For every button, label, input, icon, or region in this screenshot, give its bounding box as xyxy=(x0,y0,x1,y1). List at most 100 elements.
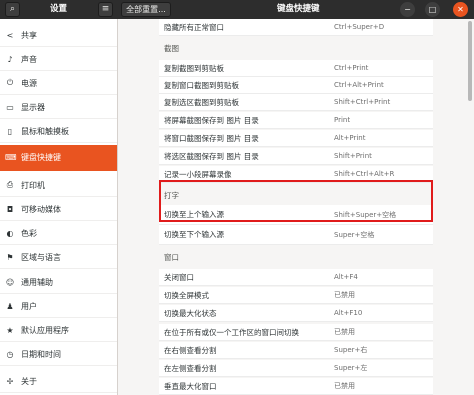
shortcut-accel: Shift+Print xyxy=(334,152,372,160)
sidebar-item-label: 默认应用程序 xyxy=(21,325,69,335)
shortcut-action: 记录一小段屏幕录像 xyxy=(164,169,232,179)
shortcut-row[interactable]: 复制选区截图到剪贴板 Shift+Ctrl+Print xyxy=(159,94,433,111)
section-header-windows: 窗口 xyxy=(159,246,435,267)
users-icon: ♟ xyxy=(6,301,14,311)
sidebar-item-label: 日期和时间 xyxy=(21,349,61,359)
shortcut-accel: Ctrl+Super+D xyxy=(334,23,385,31)
sidebar-item-printers[interactable]: ⎙ 打印机 xyxy=(0,174,117,197)
shortcut-action: 复制选区截图到剪贴板 xyxy=(164,97,239,107)
section-header-typing: 打字 xyxy=(159,184,435,205)
minimize-button[interactable]: − xyxy=(400,2,415,17)
sidebar-item-label: 可移动媒体 xyxy=(21,204,61,214)
sidebar-item-sharing[interactable]: < 共享 xyxy=(0,24,117,47)
shortcut-action: 复制截图到剪贴板 xyxy=(164,63,224,73)
sidebar-item-default-apps[interactable]: ★ 默认应用程序 xyxy=(0,319,117,342)
shortcut-accel: Print xyxy=(334,116,351,124)
shortcut-action: 在左侧查看分割 xyxy=(164,363,217,373)
shortcut-row[interactable]: 关闭窗口 Alt+F4 xyxy=(159,269,433,286)
shortcut-accel: Super+空格 xyxy=(334,230,375,239)
shortcut-accel: Super+右 xyxy=(334,346,368,354)
shortcut-row[interactable]: 复制窗口截图到剪贴板 Ctrl+Alt+Print xyxy=(159,77,433,94)
scrollbar[interactable] xyxy=(468,21,472,101)
sidebar-item-label: 用户 xyxy=(21,301,37,311)
shortcut-action: 垂直最大化窗口 xyxy=(164,381,217,391)
sidebar-item-mouse[interactable]: ▯ 鼠标和触摸板 xyxy=(0,120,117,143)
sidebar-item-label: 色彩 xyxy=(21,228,37,238)
removable-media-icon: ◘ xyxy=(6,204,14,214)
shortcut-action: 在位于所有或仅一个工作区的窗口间切换 xyxy=(164,327,299,337)
shortcut-action: 切换全屏模式 xyxy=(164,290,209,300)
shortcut-action: 切换至上个输入源 xyxy=(164,210,224,219)
maximize-button[interactable]: □ xyxy=(425,2,440,17)
shortcut-accel: Alt+F10 xyxy=(334,309,363,317)
sidebar: < 共享 ♪ 声音 ⏻ 电源 ▭ 显示器 ▯ 鼠标和触摸板 ⌨ 键盘快捷键 ⎙ 打印机 ◘ 可移… xyxy=(0,19,118,395)
shortcut-row[interactable]: 切换全屏模式 已禁用 xyxy=(159,287,433,304)
hamburger-icon[interactable]: ≡ xyxy=(98,2,113,17)
sidebar-item-label: 打印机 xyxy=(21,180,45,190)
region-flag-icon: ⚑ xyxy=(6,252,14,262)
shortcut-action: 在右侧查看分割 xyxy=(164,345,217,355)
sidebar-item-label: 共享 xyxy=(21,30,37,40)
sidebar-item-users[interactable]: ♟ 用户 xyxy=(0,295,117,318)
shortcut-action: 关闭窗口 xyxy=(164,272,194,282)
shortcut-accel: 已禁用 xyxy=(334,328,355,336)
clock-icon: ◷ xyxy=(6,349,14,359)
shortcut-row[interactable]: 在右侧查看分割 Super+右 xyxy=(159,342,433,359)
sidebar-item-displays[interactable]: ▭ 显示器 xyxy=(0,96,117,119)
power-icon: ⏻ xyxy=(6,78,14,87)
music-note-icon: ♪ xyxy=(7,54,13,64)
shortcut-accel: Alt+F4 xyxy=(334,273,358,281)
display-icon: ▭ xyxy=(6,102,14,112)
star-icon: ★ xyxy=(6,325,14,335)
shortcut-row[interactable]: 将屏幕截图保存到 图片 目录 Print xyxy=(159,112,433,129)
shortcut-row[interactable]: 切换至上个输入源 Shift+Super+空格 xyxy=(159,205,433,225)
sidebar-item-region-language[interactable]: ⚑ 区域与语言 xyxy=(0,246,117,269)
printer-icon: ⎙ xyxy=(6,180,14,189)
accessibility-icon: ☺ xyxy=(5,277,15,287)
mouse-icon: ▯ xyxy=(7,126,13,136)
shortcut-row[interactable]: 隐藏所有正常窗口 Ctrl+Super+D xyxy=(159,19,433,36)
sidebar-item-sound[interactable]: ♪ 声音 xyxy=(0,48,117,71)
sidebar-item-color[interactable]: ◐ 色彩 xyxy=(0,222,117,245)
shortcut-row[interactable]: 将选区截图保存到 图片 目录 Shift+Print xyxy=(159,148,433,165)
panel-title: 键盘快捷键 xyxy=(277,4,320,14)
sidebar-item-removable-media[interactable]: ◘ 可移动媒体 xyxy=(0,198,117,221)
sidebar-item-label: 声音 xyxy=(21,54,37,64)
header-bar: ⌕ 设置 ≡ 全部重置... 键盘快捷键 − □ ✕ xyxy=(0,0,474,19)
color-icon: ◐ xyxy=(6,228,14,238)
sidebar-item-about[interactable]: ✢ 关于 xyxy=(0,370,117,393)
shortcut-row[interactable]: 切换最大化状态 Alt+F10 xyxy=(159,305,433,322)
shortcut-row[interactable]: 切换至下个输入源 Super+空格 xyxy=(159,225,433,245)
shortcut-row[interactable]: 记录一小段屏幕录像 Shift+Ctrl+Alt+R xyxy=(159,166,433,183)
section-title: 打字 xyxy=(164,191,179,200)
shortcut-action: 切换至下个输入源 xyxy=(164,230,224,239)
sidebar-item-power[interactable]: ⏻ 电源 xyxy=(0,72,117,95)
shortcut-row[interactable]: 将窗口截图保存到 图片 目录 Alt+Print xyxy=(159,130,433,147)
reset-all-button[interactable]: 全部重置... xyxy=(121,2,171,17)
shortcut-row[interactable]: 在位于所有或仅一个工作区的窗口间切换 已禁用 xyxy=(159,324,433,341)
shortcut-accel: Shift+Ctrl+Alt+R xyxy=(334,170,395,178)
sidebar-item-label: 键盘快捷键 xyxy=(21,153,61,162)
shortcut-action: 复制窗口截图到剪贴板 xyxy=(164,80,239,90)
close-button[interactable]: ✕ xyxy=(453,2,468,17)
shortcut-accel: Ctrl+Alt+Print xyxy=(334,81,384,89)
section-title: 窗口 xyxy=(164,253,179,262)
shortcut-accel: Super+左 xyxy=(334,364,368,372)
sidebar-item-accessibility[interactable]: ☺ 通用辅助 xyxy=(0,271,117,294)
shortcut-action: 将屏幕截图保存到 图片 目录 xyxy=(164,115,259,125)
shortcut-accel: 已禁用 xyxy=(334,382,355,390)
shortcut-action: 将窗口截图保存到 图片 目录 xyxy=(164,133,259,143)
shortcut-row[interactable]: 复制截图到剪贴板 Ctrl+Print xyxy=(159,60,433,77)
shortcut-accel: Shift+Ctrl+Print xyxy=(334,98,391,106)
settings-title: 设置 xyxy=(50,4,68,14)
shortcut-row[interactable]: 垂直最大化窗口 已禁用 xyxy=(159,378,433,395)
sidebar-item-date-time[interactable]: ◷ 日期和时间 xyxy=(0,343,117,366)
search-icon[interactable]: ⌕ xyxy=(5,2,20,17)
shortcut-accel: Shift+Super+空格 xyxy=(334,210,397,219)
sidebar-item-label: 通用辅助 xyxy=(21,277,53,287)
shortcut-action: 切换最大化状态 xyxy=(164,308,217,318)
info-icon: ✢ xyxy=(6,376,14,386)
sidebar-item-keyboard-shortcuts[interactable]: ⌨ 键盘快捷键 xyxy=(0,145,117,171)
shortcut-row[interactable]: 在左侧查看分割 Super+左 xyxy=(159,360,433,377)
section-header-screenshot: 截图 xyxy=(159,37,435,58)
